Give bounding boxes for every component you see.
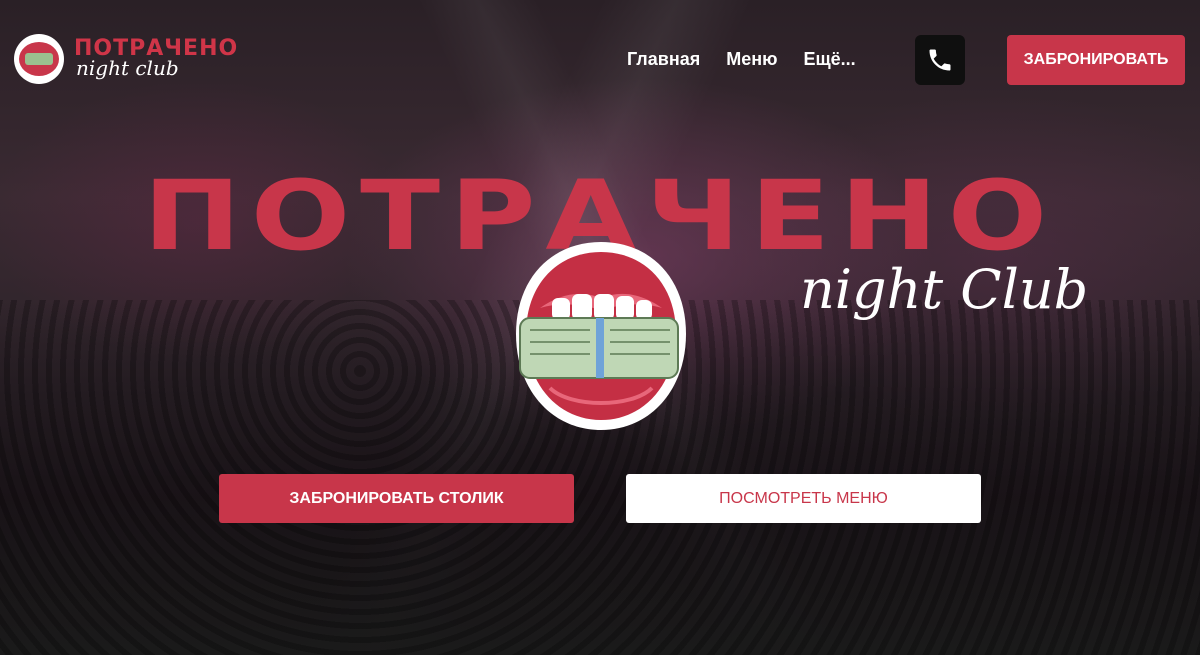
phone-button[interactable] — [915, 35, 965, 85]
logo-badge-icon — [14, 34, 64, 84]
book-table-button[interactable]: ЗАБРОНИРОВАТЬ СТОЛИК — [219, 474, 574, 523]
logo[interactable]: ПОТРАЧЕНО night club — [14, 34, 264, 90]
hero-subtitle: night Club — [800, 258, 1089, 321]
logo-subtitle: night club — [76, 56, 179, 80]
book-button[interactable]: ЗАБРОНИРОВАТЬ — [1007, 35, 1185, 85]
phone-icon — [929, 49, 951, 71]
main-nav: Главная Меню Ещё... — [627, 49, 856, 70]
nav-item-menu[interactable]: Меню — [726, 49, 777, 70]
nav-item-more[interactable]: Ещё... — [803, 49, 855, 70]
view-menu-button[interactable]: ПОСМОТРЕТЬ МЕНЮ — [626, 474, 981, 523]
nav-item-home[interactable]: Главная — [627, 49, 700, 70]
lips-money-icon — [510, 238, 692, 434]
